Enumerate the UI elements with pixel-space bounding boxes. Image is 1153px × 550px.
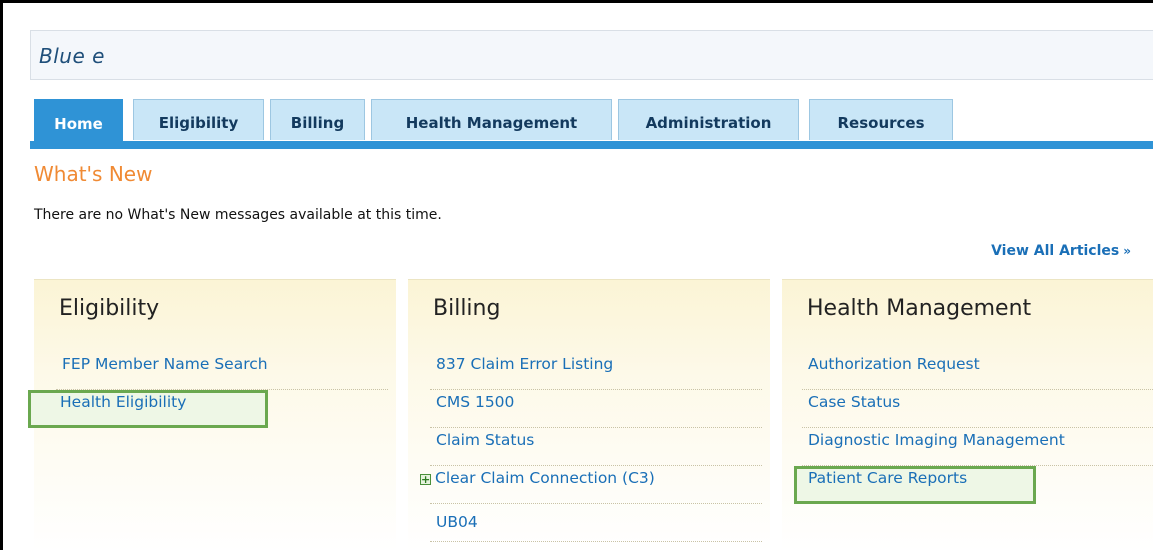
health-management-link-list: Authorization Request Case Status Diagno… bbox=[782, 352, 1153, 504]
tab-home[interactable]: Home bbox=[34, 99, 123, 142]
tab-billing[interactable]: Billing bbox=[270, 99, 365, 140]
fep-member-name-search-link[interactable]: FEP Member Name Search bbox=[62, 355, 268, 373]
whats-new-title: What's New bbox=[34, 162, 153, 186]
tab-underline bbox=[30, 141, 1153, 149]
view-all-articles-link[interactable]: View All Articles» bbox=[991, 243, 1131, 259]
tab-administration[interactable]: Administration bbox=[618, 99, 799, 140]
list-item: + Clear Claim Connection (C3) bbox=[420, 466, 762, 504]
health-management-panel-title: Health Management bbox=[807, 296, 1032, 321]
diagnostic-imaging-management-link[interactable]: Diagnostic Imaging Management bbox=[808, 431, 1065, 449]
list-item: FEP Member Name Search bbox=[56, 352, 388, 390]
837-claim-error-listing-link[interactable]: 837 Claim Error Listing bbox=[436, 355, 613, 373]
billing-link-list: 837 Claim Error Listing CMS 1500 Claim S… bbox=[408, 352, 770, 542]
whats-new-message: There are no What's New messages availab… bbox=[34, 207, 442, 223]
cms-1500-link[interactable]: CMS 1500 bbox=[436, 393, 514, 411]
brand-title: Blue e bbox=[39, 44, 105, 68]
authorization-request-link[interactable]: Authorization Request bbox=[808, 355, 980, 373]
case-status-link[interactable]: Case Status bbox=[808, 393, 900, 411]
eligibility-panel: Eligibility FEP Member Name Search Healt… bbox=[28, 279, 396, 550]
list-item-highlighted: Health Eligibility bbox=[28, 390, 268, 428]
list-item: Authorization Request bbox=[802, 352, 1153, 390]
billing-panel: Billing 837 Claim Error Listing CMS 1500… bbox=[408, 279, 770, 550]
list-item: CMS 1500 bbox=[430, 390, 762, 428]
patient-care-reports-link[interactable]: Patient Care Reports bbox=[808, 469, 967, 487]
list-item: 837 Claim Error Listing bbox=[430, 352, 762, 390]
double-chevron-right-icon: » bbox=[1123, 244, 1131, 258]
eligibility-panel-title: Eligibility bbox=[59, 296, 160, 321]
tab-resources[interactable]: Resources bbox=[809, 99, 953, 140]
tab-health-management[interactable]: Health Management bbox=[371, 99, 612, 140]
list-item: UB04 bbox=[430, 504, 762, 542]
list-item-highlighted: Patient Care Reports bbox=[794, 466, 1036, 504]
list-item: Case Status bbox=[802, 390, 1153, 428]
tab-eligibility[interactable]: Eligibility bbox=[133, 99, 264, 140]
expand-plus-icon[interactable]: + bbox=[420, 474, 431, 485]
list-item: Diagnostic Imaging Management bbox=[802, 428, 1153, 466]
brand-bar: Blue e bbox=[30, 30, 1153, 80]
eligibility-link-list: FEP Member Name Search Health Eligibilit… bbox=[28, 352, 396, 428]
list-item: Claim Status bbox=[430, 428, 762, 466]
billing-panel-title: Billing bbox=[433, 296, 501, 321]
health-eligibility-link[interactable]: Health Eligibility bbox=[60, 393, 186, 411]
health-management-panel: Health Management Authorization Request … bbox=[782, 279, 1153, 550]
view-all-articles-label: View All Articles bbox=[991, 243, 1120, 259]
claim-status-link[interactable]: Claim Status bbox=[436, 431, 534, 449]
ub04-link[interactable]: UB04 bbox=[436, 513, 478, 531]
clear-claim-connection-link[interactable]: Clear Claim Connection (C3) bbox=[435, 469, 655, 487]
